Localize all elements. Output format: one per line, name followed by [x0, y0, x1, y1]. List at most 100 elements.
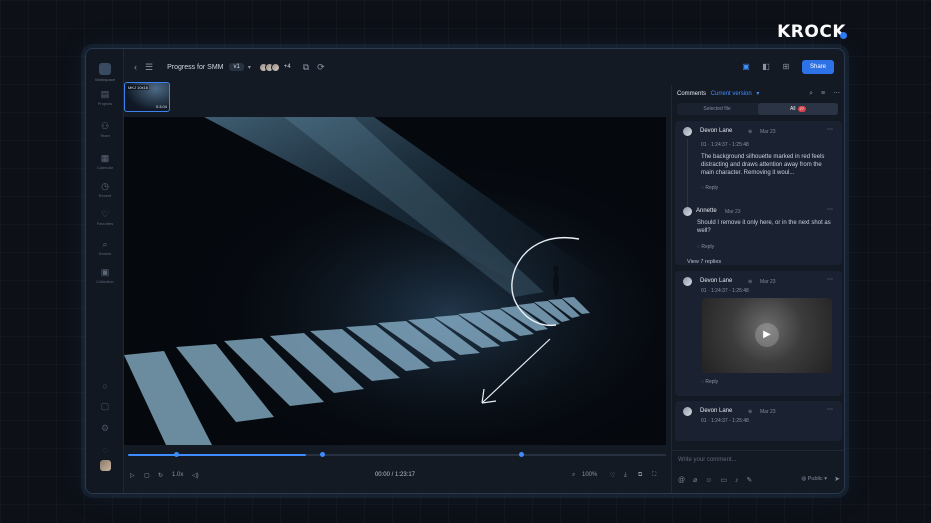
reply-button[interactable]: ◌ Reply	[697, 244, 714, 250]
version-badge[interactable]: v1	[229, 63, 244, 71]
single-view-icon[interactable]: ▣	[740, 61, 752, 73]
rail-item-label: Calendar	[96, 165, 114, 170]
rail-item-collection[interactable]: ▣ Collection	[86, 267, 124, 284]
collaborators-more: +4	[283, 64, 291, 70]
top-bar: ‹ ☰ Progress for SMM v1 ▾ +4 ⧉ ⟳ ▣ ◧ ⊞ S…	[124, 49, 844, 85]
users-icon: ⚇	[100, 121, 110, 131]
rail-item-team[interactable]: ⚇ Team	[86, 121, 124, 138]
zoom-icon[interactable]: ⌕	[572, 472, 575, 479]
thumbnail-time: 0:3.04	[155, 104, 167, 109]
timeline-comment-marker[interactable]	[519, 452, 524, 457]
chevron-down-icon[interactable]: ▾	[248, 64, 251, 71]
collection-icon: ▣	[100, 267, 110, 277]
media-viewer[interactable]	[124, 117, 666, 445]
play-icon[interactable]: ▶	[755, 323, 779, 347]
comment-thread[interactable]: Devon Lane ⊛ Mar 23 ⋯ 01 · 1:24:37 - 1:2…	[675, 401, 842, 441]
workspace-label: Workspace	[95, 77, 115, 82]
reply-date: Mar 23	[725, 209, 741, 215]
more-icon[interactable]: ⋯	[833, 90, 840, 97]
figure-silhouette	[553, 272, 559, 296]
help-icon[interactable]: ○	[86, 381, 124, 391]
thumbnail-tag: MKJ 10x16	[127, 85, 150, 90]
chevron-down-icon[interactable]: ▾	[756, 91, 759, 97]
rail-item-favorites[interactable]: ♡ Favorites	[86, 209, 124, 226]
avatar	[270, 62, 280, 72]
reply-button[interactable]: ◌ Reply	[701, 185, 718, 191]
visibility-select[interactable]: ◍ Public ▾	[801, 476, 827, 482]
folder-icon: ▤	[100, 89, 110, 99]
settings-icon[interactable]: ⚙	[86, 423, 124, 434]
avatar	[683, 277, 692, 286]
comments-title: Comments	[677, 91, 707, 97]
reply-label: Reply	[701, 244, 715, 250]
emoji-icon[interactable]: ☺	[705, 477, 712, 484]
comment-thread[interactable]: Devon Lane ⊛ Mar 23 ⋯ 01 · 1:24:37 - 1:2…	[675, 121, 842, 265]
video-attachment[interactable]: ▶	[702, 298, 832, 373]
composer-tools: @ ⌀ ☺ ▭ ♪ ✎	[678, 476, 758, 484]
comment-author: Devon Lane	[700, 128, 733, 134]
project-title[interactable]: Progress for SMM	[167, 64, 223, 71]
share-link-icon[interactable]: ⧉	[303, 62, 309, 73]
top-bar-actions: ▣ ◧ ⊞ Share	[732, 49, 834, 85]
tab-selected-file[interactable]: Selected file	[677, 103, 757, 115]
rail-item-label: Recent	[98, 193, 112, 198]
comment-timestamp[interactable]: 01 · 1:24:37 - 1:25:48	[701, 288, 749, 294]
user-avatar[interactable]	[100, 460, 111, 471]
compare-icon[interactable]: ⧉	[638, 472, 642, 479]
rail-item-label: Collection	[96, 279, 114, 284]
microphone-icon[interactable]: ♪	[735, 477, 739, 484]
search-icon[interactable]: ⌕	[809, 90, 813, 97]
sidebar-toggle-icon[interactable]: ☰	[145, 62, 153, 73]
heart-icon[interactable]: ♡	[610, 472, 615, 479]
attach-icon[interactable]: ⌀	[693, 477, 697, 484]
fullscreen-icon[interactable]: ⛶	[652, 472, 656, 479]
video-icon[interactable]: ▭	[720, 477, 727, 484]
zoom-level[interactable]: 100%	[582, 472, 597, 478]
more-icon[interactable]: ⋯	[827, 406, 833, 413]
draw-icon[interactable]: ✎	[746, 477, 752, 484]
timeline-comment-marker[interactable]	[320, 452, 325, 457]
more-icon[interactable]: ⋯	[827, 276, 833, 283]
download-icon[interactable]: ⤓	[624, 472, 627, 479]
reply-button[interactable]: ◌ Reply	[701, 379, 718, 385]
comments-scope-tabs: Selected file All 27	[677, 103, 838, 115]
comment-thread[interactable]: Devon Lane ⊛ Mar 23 ⋯ 01 · 1:24:37 - 1:2…	[675, 271, 842, 396]
collaborators[interactable]: +4	[258, 62, 291, 72]
comment-input[interactable]: Write your comment...	[678, 457, 737, 463]
timeline-scrubber[interactable]	[128, 452, 666, 457]
grid-view-icon[interactable]: ⊞	[780, 61, 792, 73]
comments-header: Comments Current version ▾	[677, 90, 759, 97]
clock-icon: ◷	[101, 181, 109, 191]
rail-item-recent[interactable]: ◷ Recent	[86, 181, 124, 198]
split-view-icon[interactable]: ◧	[760, 61, 772, 73]
comments-panel: Comments Current version ▾ ⌕ ≡ ⋯ Selecte…	[671, 85, 844, 493]
notifications-icon[interactable]: ◌	[86, 445, 124, 455]
view-replies-link[interactable]: View 7 replies	[687, 259, 721, 265]
more-icon[interactable]: ⋯	[827, 126, 833, 133]
timeline-comment-marker[interactable]	[174, 452, 179, 457]
mention-icon[interactable]: @	[678, 477, 685, 484]
rail-item-search[interactable]: ⌕ Search	[86, 239, 124, 256]
comments-header-actions: ⌕ ≡ ⋯	[803, 89, 840, 98]
timeline-progress	[128, 454, 306, 456]
heart-icon: ♡	[100, 209, 110, 219]
comment-count-badge: 27	[797, 106, 806, 112]
brand-logo: KROCK	[777, 22, 846, 42]
rail-item-projects[interactable]: ▤ Projects	[86, 89, 124, 106]
filter-icon[interactable]: ≡	[821, 90, 825, 97]
refresh-icon[interactable]: ⟳	[317, 62, 325, 73]
avatar	[683, 127, 692, 136]
share-button[interactable]: Share	[801, 60, 834, 74]
version-filter[interactable]: Current version	[711, 91, 752, 97]
file-thumbnail[interactable]: MKJ 10x16 0:3.04	[124, 82, 170, 112]
back-icon[interactable]: ‹	[134, 62, 137, 72]
send-icon[interactable]: ➤	[834, 475, 840, 483]
comment-timestamp[interactable]: 01 · 1:24:37 - 1:25:48	[701, 142, 749, 148]
tab-all[interactable]: All 27	[758, 103, 838, 115]
rail-item-calendar[interactable]: ▦ Calendar	[86, 153, 124, 170]
comment-date: Mar 23	[760, 129, 776, 135]
workspace-logo-icon[interactable]	[99, 63, 111, 75]
trash-icon[interactable]: ▢	[86, 401, 124, 412]
comment-timestamp[interactable]: 01 · 1:24:37 - 1:25:48	[701, 418, 749, 424]
more-icon[interactable]: ⋯	[827, 206, 833, 213]
